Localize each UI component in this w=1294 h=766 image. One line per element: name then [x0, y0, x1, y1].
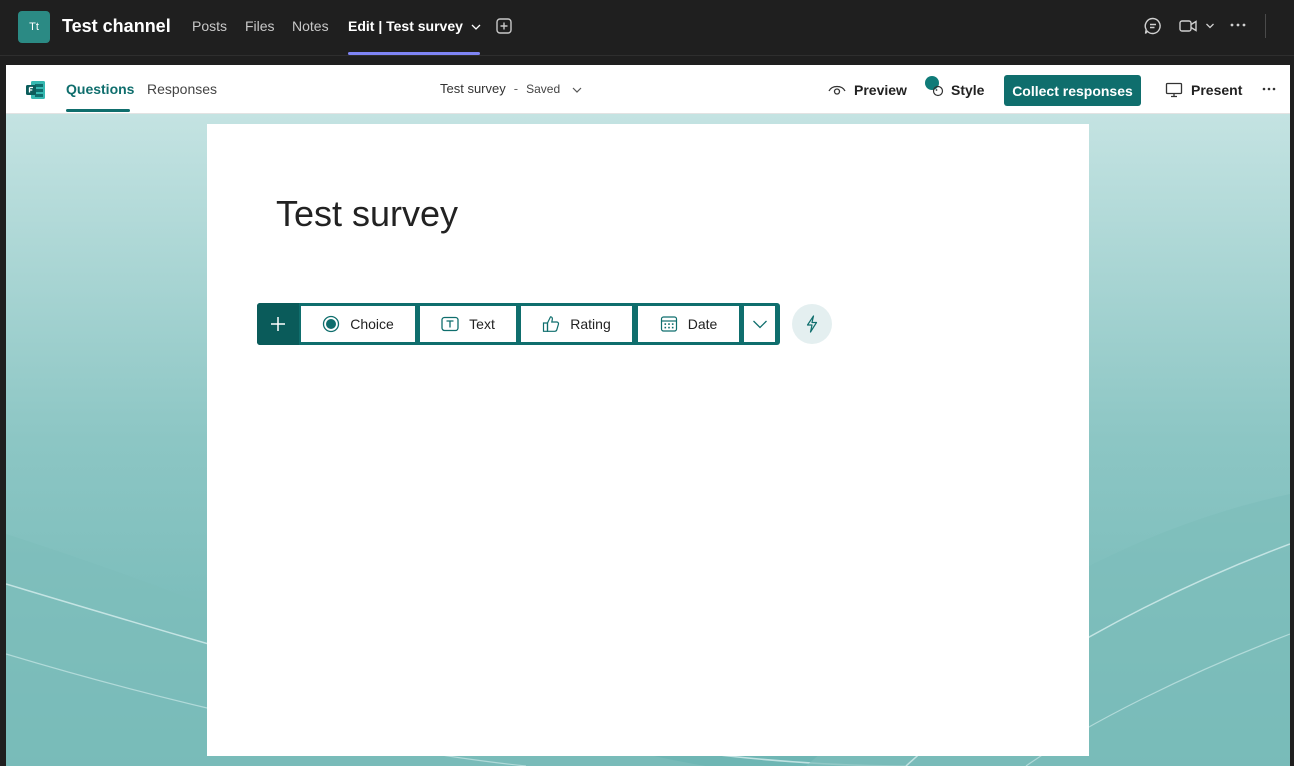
- style-button[interactable]: Style: [932, 80, 984, 100]
- forms-toolbar: Questions Responses Test survey - Saved Pr…: [6, 65, 1290, 114]
- quick-import-button[interactable]: [792, 304, 832, 344]
- palette-icon: [932, 85, 944, 97]
- rating-label: Rating: [570, 316, 611, 332]
- collect-responses-button[interactable]: Collect responses: [1004, 75, 1141, 106]
- chat-icon[interactable]: [1143, 16, 1163, 36]
- more-question-types-button[interactable]: [744, 306, 775, 342]
- add-rating-button[interactable]: Rating: [521, 306, 632, 342]
- add-date-button[interactable]: Date: [638, 306, 739, 342]
- team-avatar[interactable]: Tt: [18, 11, 50, 43]
- tab-responses[interactable]: Responses: [147, 80, 217, 98]
- preview-button[interactable]: Preview: [828, 80, 907, 100]
- add-tab-icon[interactable]: [495, 17, 513, 35]
- present-button[interactable]: Present: [1165, 80, 1242, 100]
- present-label: Present: [1191, 82, 1243, 98]
- more-options-icon[interactable]: [1229, 22, 1247, 28]
- add-question-button[interactable]: [257, 303, 299, 345]
- more-options-icon[interactable]: [1262, 87, 1276, 91]
- toolbar-divider: [1265, 14, 1266, 38]
- forms-app: Questions Responses Test survey - Saved Pr…: [6, 65, 1290, 766]
- calendar-icon: [660, 316, 677, 332]
- radio-choice-icon: [323, 315, 340, 333]
- tab-edit-survey-label: Edit | Test survey: [348, 18, 463, 34]
- monitor-icon: [1165, 82, 1183, 98]
- lightning-icon: [806, 315, 818, 333]
- plus-icon: [271, 317, 285, 331]
- teams-header: Tt Test channel Posts Files Notes Edit |…: [0, 0, 1294, 56]
- add-choice-button[interactable]: Choice: [301, 306, 415, 342]
- preview-label: Preview: [854, 82, 907, 98]
- forms-logo-icon: [26, 81, 45, 99]
- question-type-toolbar: Choice Text Rating Date: [257, 303, 780, 345]
- title-separator: -: [513, 81, 519, 96]
- text-box-icon: [441, 316, 459, 332]
- date-label: Date: [687, 316, 718, 332]
- tab-edit-survey[interactable]: Edit | Test survey: [348, 16, 481, 36]
- tab-posts[interactable]: Posts: [192, 16, 227, 36]
- add-text-button[interactable]: Text: [420, 306, 516, 342]
- survey-title[interactable]: Test survey: [276, 192, 458, 236]
- style-label: Style: [951, 82, 985, 98]
- eye-icon: [828, 85, 846, 95]
- save-status: Saved: [526, 82, 561, 96]
- chevron-down-icon: [471, 24, 481, 31]
- text-label: Text: [469, 316, 495, 332]
- active-tab-indicator: [348, 52, 480, 55]
- tab-files[interactable]: Files: [245, 16, 275, 36]
- video-call-icon[interactable]: [1178, 16, 1198, 36]
- channel-name: Test channel: [62, 16, 171, 36]
- chevron-down-icon: [752, 320, 767, 329]
- chevron-down-icon: [572, 87, 582, 93]
- chevron-down-icon[interactable]: [1205, 21, 1215, 31]
- form-title: Test survey: [440, 81, 506, 96]
- form-title-menu[interactable]: Test survey - Saved: [440, 81, 582, 97]
- tab-notes[interactable]: Notes: [292, 16, 329, 36]
- tab-questions[interactable]: Questions: [66, 80, 134, 98]
- survey-card: Test survey Choice Text Rating Date: [207, 124, 1089, 756]
- thumbs-up-icon: [543, 316, 560, 332]
- active-tab-indicator: [66, 109, 130, 112]
- choice-label: Choice: [350, 316, 394, 332]
